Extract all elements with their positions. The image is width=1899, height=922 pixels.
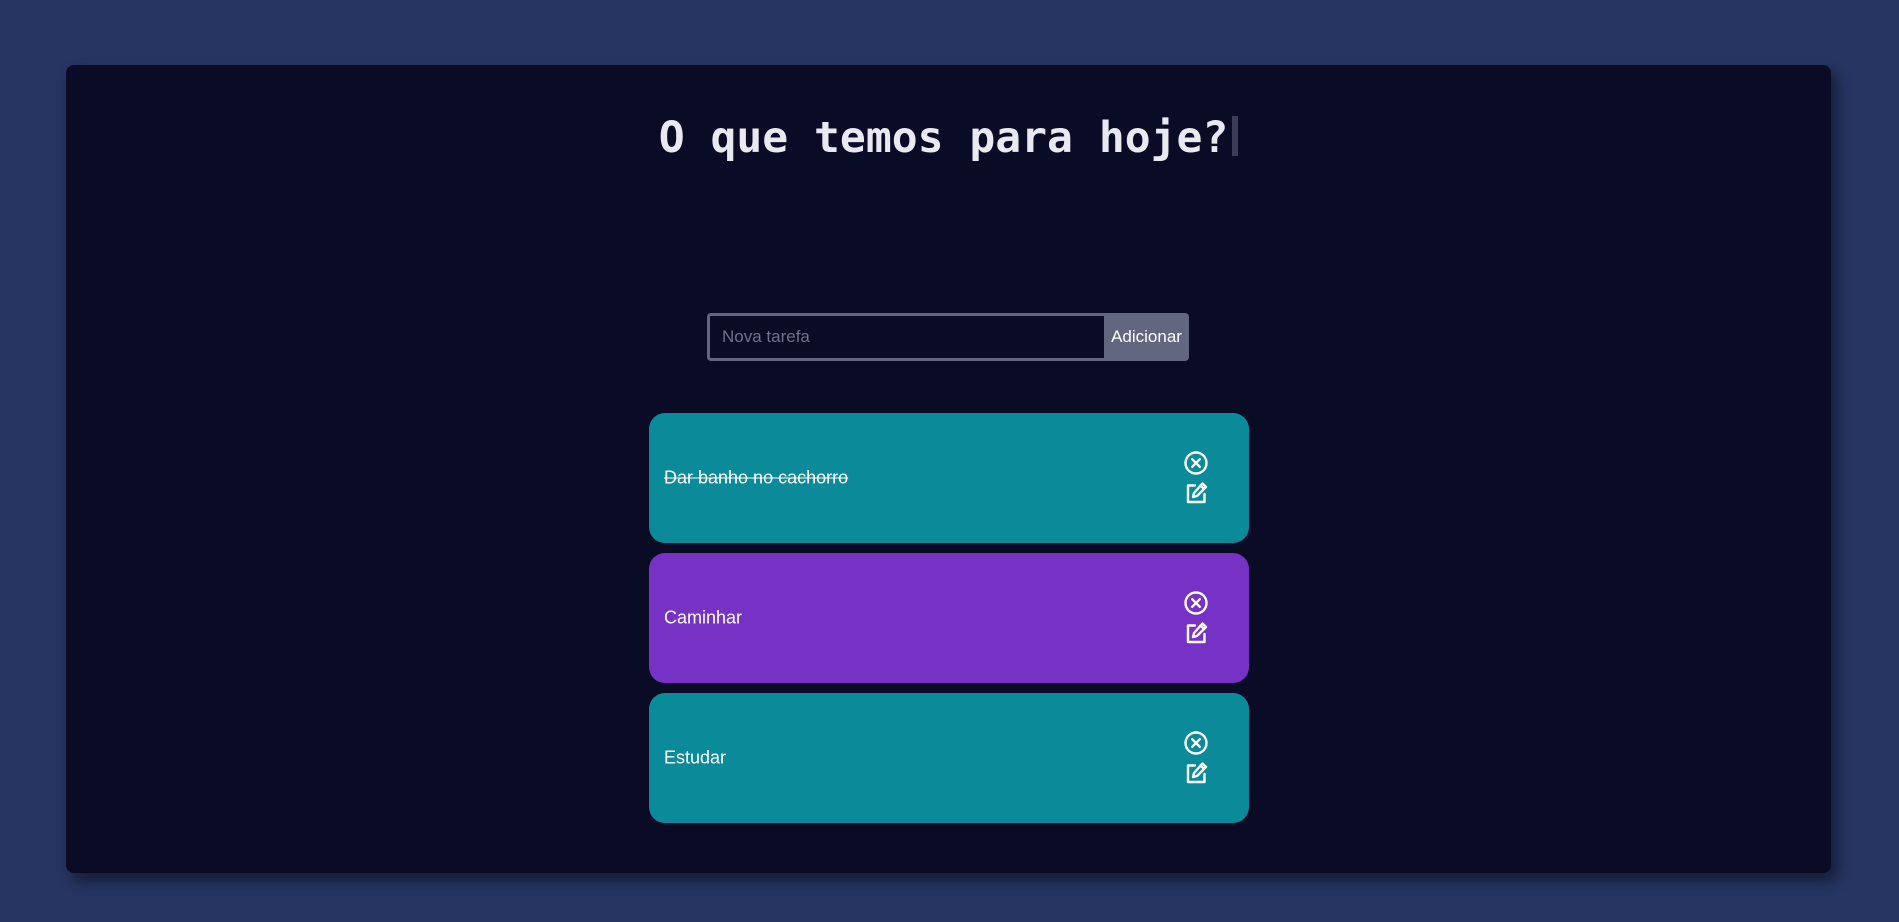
new-task-form: Adicionar [707,313,1189,361]
task-item[interactable]: Dar banho no cachorro [649,413,1249,543]
task-list: Dar banho no cachorro Caminhar Estudar [649,413,1249,833]
task-actions [1182,729,1210,787]
task-label[interactable]: Caminhar [664,608,742,629]
app-card: O que temos para hoje? Adicionar Dar ban… [66,65,1831,873]
close-circle-icon[interactable] [1182,589,1210,617]
task-actions [1182,449,1210,507]
task-label[interactable]: Dar banho no cachorro [664,468,848,489]
close-circle-icon[interactable] [1182,729,1210,757]
add-task-button[interactable]: Adicionar [1104,313,1189,361]
edit-icon[interactable] [1182,479,1210,507]
page-title-text: O que temos para hoje? [658,113,1229,163]
task-actions [1182,589,1210,647]
edit-icon[interactable] [1182,759,1210,787]
typing-cursor [1232,116,1239,156]
new-task-input[interactable] [707,313,1104,361]
task-label[interactable]: Estudar [664,748,726,769]
task-item[interactable]: Estudar [649,693,1249,823]
edit-icon[interactable] [1182,619,1210,647]
close-circle-icon[interactable] [1182,449,1210,477]
task-item[interactable]: Caminhar [649,553,1249,683]
page-title: O que temos para hoje? [66,113,1831,165]
